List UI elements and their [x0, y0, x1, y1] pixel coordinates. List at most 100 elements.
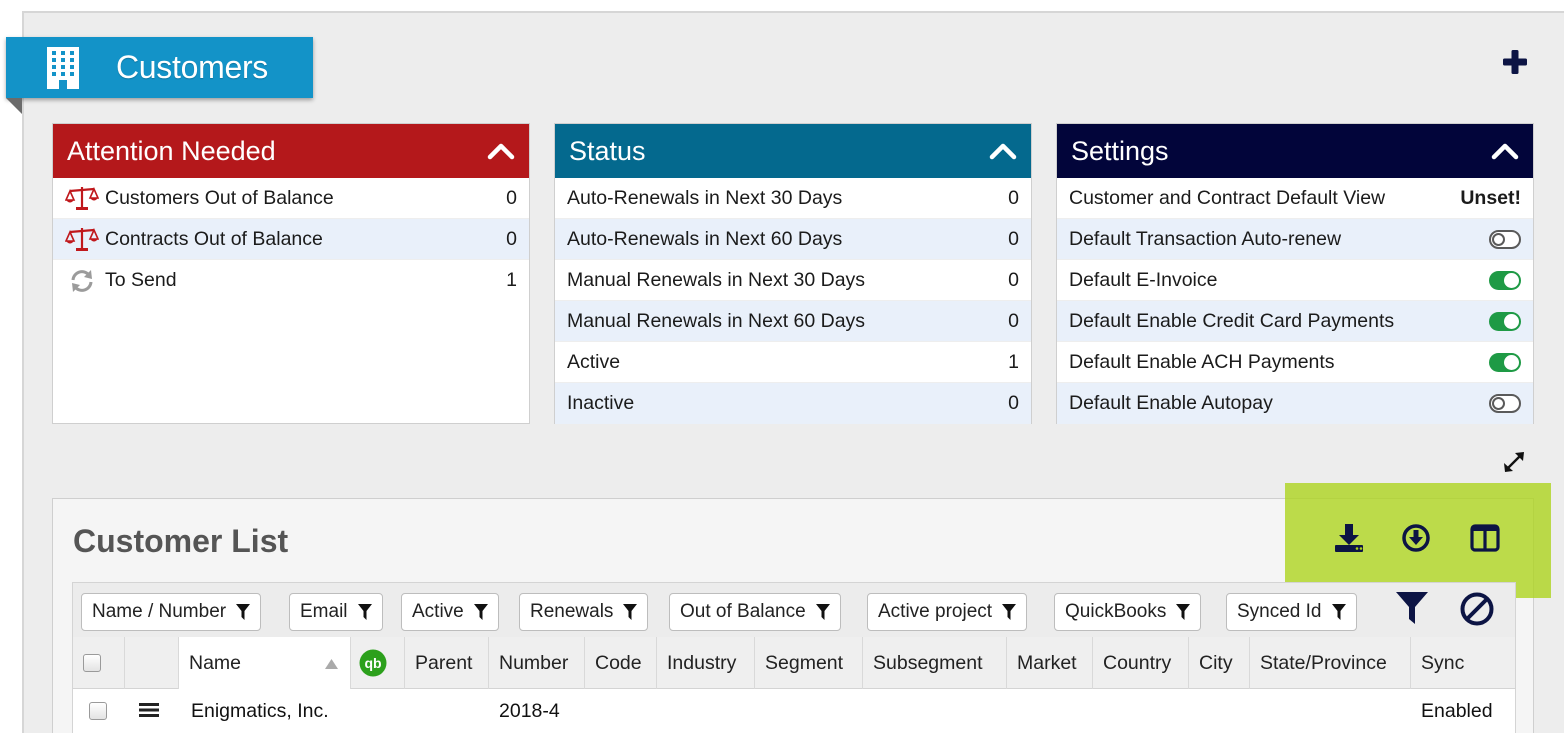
column-label: Number [499, 651, 569, 674]
funnel-icon [473, 604, 488, 620]
select-all-checkbox[interactable] [83, 654, 101, 672]
filter-label: Active project [878, 601, 993, 622]
attention-panel-title: Attention Needed [67, 135, 276, 166]
column-header-city[interactable]: City [1189, 637, 1250, 689]
expand-icon[interactable] [1502, 451, 1526, 473]
settings-row-e-invoice: Default E-Invoice [1057, 260, 1533, 301]
funnel-icon [1176, 604, 1191, 620]
filter-chip-active[interactable]: Active [401, 593, 499, 631]
status-row-manual-30[interactable]: Manual Renewals in Next 30 Days 0 [555, 260, 1031, 301]
credit-card-toggle[interactable] [1489, 311, 1521, 331]
column-header-market[interactable]: Market [1007, 637, 1093, 689]
ach-toggle[interactable] [1489, 352, 1521, 372]
row-count: 1 [1008, 350, 1019, 373]
filter-label: Renewals [530, 601, 614, 622]
hamburger-menu-icon[interactable] [139, 702, 159, 718]
row-label: Contracts Out of Balance [105, 227, 323, 250]
attention-panel-header: Attention Needed [53, 124, 529, 178]
row-count: 1 [506, 269, 517, 291]
funnel-icon [815, 604, 830, 620]
column-header-country[interactable]: Country [1093, 637, 1189, 689]
customer-name[interactable]: Enigmatics, Inc. [191, 700, 329, 723]
filter-chip-out-of-balance[interactable]: Out of Balance [669, 593, 841, 631]
row-count: 0 [1008, 392, 1019, 414]
circle-download-icon[interactable] [1399, 521, 1433, 555]
attention-row-to-send[interactable]: To Send 1 [53, 260, 529, 301]
select-all-header [73, 637, 125, 689]
table-header: Name qb Parent Number Code Industry Segm… [73, 637, 1515, 689]
autopay-toggle[interactable] [1489, 394, 1521, 413]
scales-icon [65, 228, 99, 251]
e-invoice-toggle[interactable] [1489, 270, 1521, 290]
row-label: Default Enable ACH Payments [1069, 350, 1335, 373]
column-header-sync[interactable]: Sync [1411, 637, 1515, 689]
chevron-up-icon[interactable] [989, 141, 1017, 161]
table-row[interactable]: Enigmatics, Inc. 2018-4 Enabled [73, 690, 1515, 733]
column-header-quickbooks[interactable]: qb [351, 637, 405, 689]
status-row-inactive[interactable]: Inactive 0 [555, 383, 1031, 424]
filter-chip-active-project[interactable]: Active project [867, 593, 1028, 631]
columns-icon[interactable] [1468, 521, 1502, 555]
row-label: Manual Renewals in Next 60 Days [567, 309, 866, 332]
column-header-segment[interactable]: Segment [755, 637, 863, 689]
attention-row-customers-out-of-balance[interactable]: Customers Out of Balance 0 [53, 178, 529, 219]
chevron-up-icon[interactable] [487, 141, 515, 161]
column-header-subsegment[interactable]: Subsegment [863, 637, 1007, 689]
status-row-active[interactable]: Active 1 [555, 342, 1031, 383]
column-header-code[interactable]: Code [585, 637, 657, 689]
add-customer-button[interactable] [1500, 47, 1530, 77]
chevron-up-icon[interactable] [1491, 141, 1519, 161]
row-count: 0 [506, 186, 517, 209]
column-header-name[interactable]: Name [179, 637, 351, 689]
clear-filters-icon[interactable] [1459, 591, 1495, 627]
filter-chip-renewals[interactable]: Renewals [519, 593, 649, 631]
funnel-icon [357, 604, 372, 620]
row-count: 0 [506, 227, 517, 250]
download-icon[interactable] [1332, 521, 1366, 555]
settings-panel: Settings Customer and Contract Default V… [1056, 123, 1534, 424]
column-label: Market [1017, 651, 1077, 674]
status-row-auto-30[interactable]: Auto-Renewals in Next 30 Days 0 [555, 178, 1031, 219]
auto-renew-toggle[interactable] [1489, 229, 1521, 249]
row-label: Default E-Invoice [1069, 268, 1218, 291]
status-row-auto-60[interactable]: Auto-Renewals in Next 60 Days 0 [555, 219, 1031, 260]
status-row-manual-60[interactable]: Manual Renewals in Next 60 Days 0 [555, 301, 1031, 342]
row-count: 0 [1008, 309, 1019, 332]
row-count: 0 [1008, 227, 1019, 250]
filter-label: Synced Id [1237, 601, 1322, 622]
menu-column-header [125, 637, 179, 689]
funnel-icon [1002, 604, 1017, 620]
row-label: Customers Out of Balance [105, 186, 334, 209]
row-label: Manual Renewals in Next 30 Days [567, 268, 866, 291]
funnel-icon [236, 604, 251, 620]
filter-chip-synced-id[interactable]: Synced Id [1226, 593, 1357, 631]
ribbon-fold [6, 98, 22, 114]
attention-row-contracts-out-of-balance[interactable]: Contracts Out of Balance 0 [53, 219, 529, 260]
customer-list-title: Customer List [73, 523, 289, 559]
page-title: Customers [116, 49, 269, 85]
column-label: Name [189, 651, 242, 674]
column-header-number[interactable]: Number [489, 637, 585, 689]
column-header-parent[interactable]: Parent [405, 637, 489, 689]
settings-row-ach: Default Enable ACH Payments [1057, 342, 1533, 383]
settings-row-auto-renew: Default Transaction Auto-renew [1057, 219, 1533, 260]
filter-label: Email [300, 601, 348, 622]
filter-label: Active [412, 601, 464, 622]
attention-panel: Attention Needed Customers Out of Balanc… [52, 123, 530, 424]
filter-chip-name-number[interactable]: Name / Number [81, 593, 262, 631]
column-label: Parent [415, 651, 473, 674]
column-label: Sync [1421, 651, 1465, 674]
column-label: Segment [765, 651, 844, 674]
apply-filter-icon[interactable] [1396, 591, 1428, 625]
row-label: Default Enable Autopay [1069, 392, 1273, 414]
column-header-state-province[interactable]: State/Province [1250, 637, 1411, 689]
row-label: Inactive [567, 392, 635, 414]
filter-chip-quickbooks[interactable]: QuickBooks [1054, 593, 1202, 631]
filter-chip-email[interactable]: Email [289, 593, 383, 631]
row-checkbox[interactable] [89, 702, 107, 720]
customer-number: 2018-4 [499, 700, 560, 722]
column-header-industry[interactable]: Industry [657, 637, 755, 689]
settings-panel-header: Settings [1057, 124, 1533, 178]
settings-row-default-view[interactable]: Customer and Contract Default View Unset! [1057, 178, 1533, 219]
settings-panel-title: Settings [1071, 135, 1169, 166]
